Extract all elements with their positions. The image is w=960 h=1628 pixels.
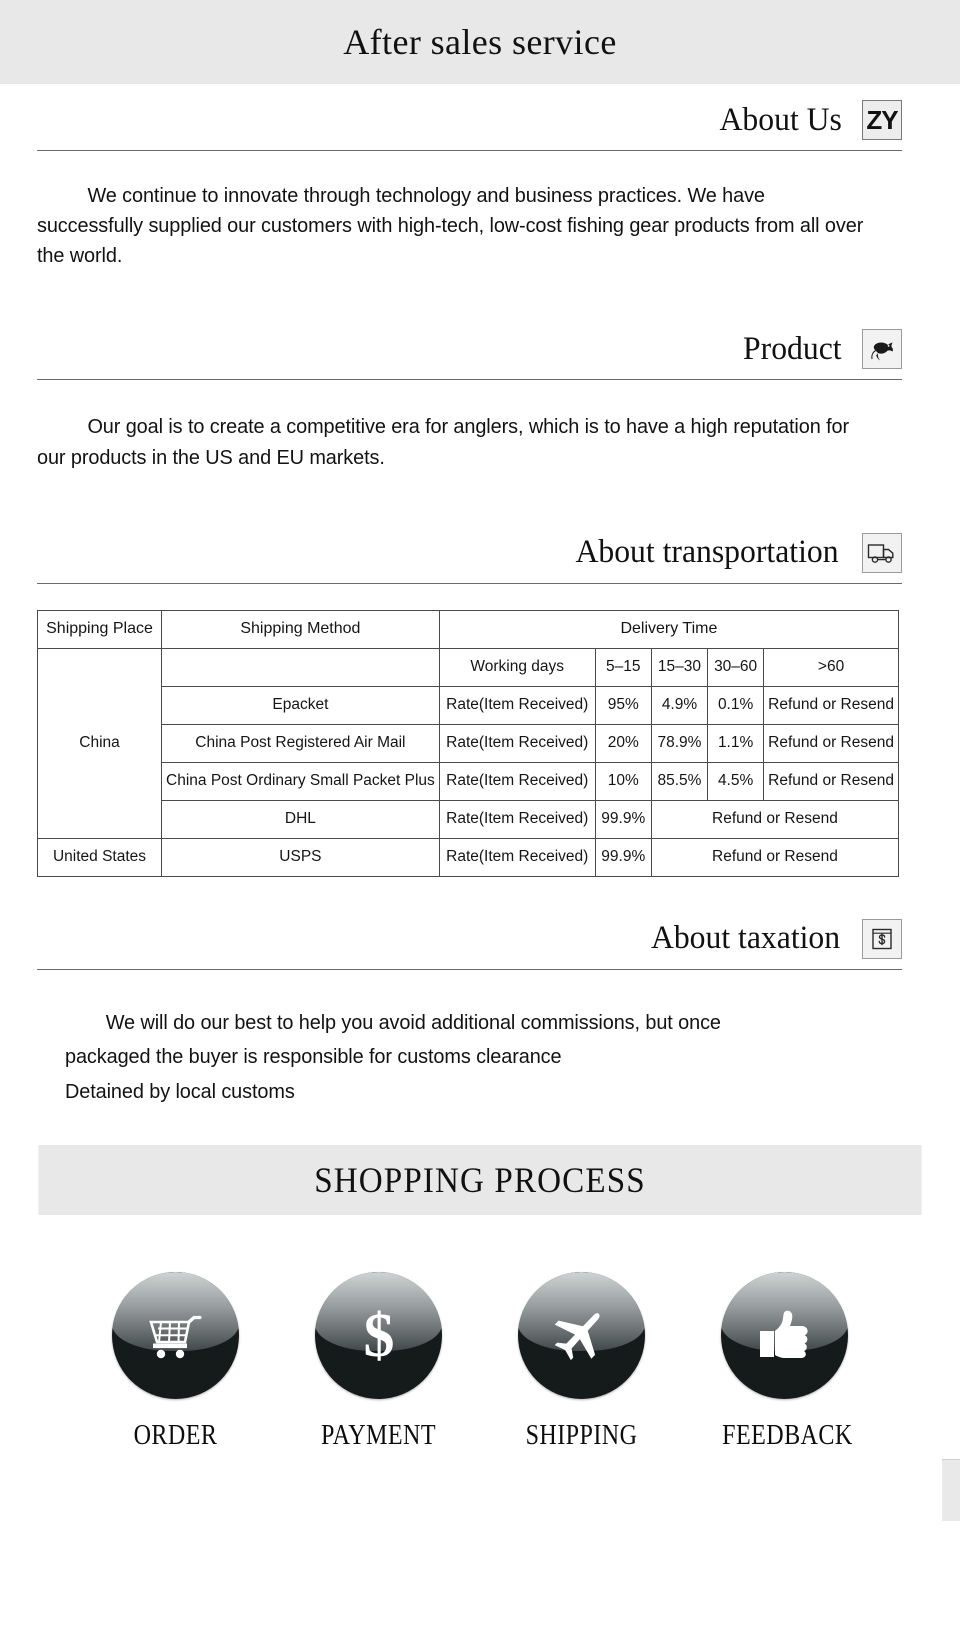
section-header-product: Product (0, 329, 960, 370)
dollar-sign-icon: $ (315, 1271, 442, 1399)
section-header-transportation: About transportation (0, 532, 960, 573)
table-row: China Post Ordinary Small Packet Plus Ra… (38, 761, 899, 801)
fish-icon (862, 329, 902, 370)
cell-rate-over-60: Refund or Resend (763, 685, 899, 725)
delivery-truck-icon (862, 532, 902, 573)
section-title-product: Product (743, 330, 842, 367)
section-header-taxation: About taxation (0, 918, 960, 959)
process-step-label: SHIPPING (525, 1419, 638, 1451)
product-paragraph: Our goal is to create a competitive era … (37, 415, 850, 469)
scrollbar-thumb[interactable] (942, 1459, 960, 1521)
process-step-label: PAYMENT (321, 1419, 436, 1451)
shopping-process-steps: ORDER $ PAYMENT SHIPPING FEEDBACK (0, 1215, 960, 1452)
about-us-paragraph: We continue to innovate through technolo… (37, 184, 864, 268)
cell-place-united-states: United States (36, 837, 163, 877)
section-title-taxation: About taxation (650, 920, 841, 957)
cell-range-over-60: >60 (763, 647, 899, 687)
taxation-line-3: Detained by local customs (65, 1079, 295, 1103)
cell-rate-label: Rate(Item Received) (438, 837, 596, 877)
banknote-dollar-icon (862, 918, 902, 959)
taxation-paragraph: We will do our best to help you avoid ad… (65, 1006, 865, 1109)
section-title-transportation: About transportation (575, 534, 839, 571)
airplane-icon (518, 1271, 645, 1399)
svg-text:$: $ (363, 1302, 394, 1370)
thumbs-up-icon (721, 1271, 848, 1399)
process-step-shipping: SHIPPING (509, 1271, 654, 1452)
zy-logo-text: ZY (866, 105, 898, 135)
cell-rate-label: Rate(Item Received) (438, 799, 596, 839)
cell-rate-label: Rate(Item Received) (438, 723, 596, 763)
section-title-about-us: About Us (719, 101, 842, 138)
process-step-payment: $ PAYMENT (306, 1271, 451, 1452)
process-step-label: ORDER (133, 1419, 218, 1451)
column-header-delivery-time: Delivery Time (438, 609, 900, 649)
cell-rate-5-15: 99.9% (594, 837, 652, 877)
cell-rate-label: Rate(Item Received) (438, 761, 596, 801)
column-header-shipping-method: Shipping Method (161, 609, 440, 649)
shopping-process-banner: SHOPPING PROCESS (38, 1144, 922, 1215)
cell-range-30-60: 30–60 (707, 647, 765, 687)
cell-rate-30-60: 4.5% (707, 761, 765, 801)
cell-rate-over-60: Refund or Resend (763, 761, 899, 801)
table-subheader-row: China Working days 5–15 15–30 30–60 >60 (36, 647, 899, 839)
cell-rate-30-60: 1.1% (707, 723, 765, 763)
process-step-feedback: FEEDBACK (712, 1271, 857, 1452)
cell-method-usps: USPS (161, 837, 440, 877)
cell-rate-label: Rate(Item Received) (438, 685, 596, 725)
section-header-about-us: About Us ZY (0, 100, 960, 140)
process-step-label: FEEDBACK (722, 1419, 853, 1451)
table-header-row: Shipping Place Shipping Method Delivery … (36, 609, 900, 649)
cell-rate-15-30: 4.9% (650, 685, 709, 725)
zy-logo-icon: ZY (862, 100, 902, 140)
cell-rate-over-60: Refund or Resend (763, 723, 899, 763)
cell-rate-5-15: 99.9% (594, 799, 652, 839)
cell-range-5-15: 5–15 (594, 647, 652, 687)
cell-method-ordinary-small-packet-plus: China Post Ordinary Small Packet Plus (161, 761, 440, 801)
cell-working-days-label: Working days (438, 647, 596, 687)
shopping-process-title: SHOPPING PROCESS (314, 1159, 646, 1200)
cell-refund-or-resend: Refund or Resend (650, 799, 900, 839)
cell-rate-30-60: 0.1% (707, 685, 765, 725)
cell-method-registered-air-mail: China Post Registered Air Mail (161, 723, 440, 763)
cell-method-dhl: DHL (161, 799, 440, 839)
cell-rate-15-30: 85.5% (650, 761, 709, 801)
taxation-line-1: We will do our best to help you avoid ad… (105, 1010, 721, 1034)
shopping-cart-icon (112, 1271, 239, 1399)
table-row: Epacket Rate(Item Received) 95% 4.9% 0.1… (38, 685, 899, 725)
cell-refund-or-resend: Refund or Resend (650, 837, 900, 877)
taxation-line-2: packaged the buyer is responsible for cu… (65, 1045, 562, 1069)
cell-method-empty (161, 647, 440, 687)
cell-rate-5-15: 10% (594, 761, 652, 801)
page-title-banner: After sales service (0, 0, 960, 84)
page-title: After sales service (343, 22, 617, 62)
column-header-shipping-place: Shipping Place (36, 609, 163, 649)
cell-rate-5-15: 20% (594, 723, 652, 763)
cell-range-15-30: 15–30 (650, 647, 709, 687)
table-row: DHL Rate(Item Received) 99.9% Refund or … (38, 799, 900, 839)
table-row: China Post Registered Air Mail Rate(Item… (38, 723, 899, 763)
shipping-information-table: Shipping Place Shipping Method Delivery … (36, 609, 900, 877)
cell-rate-15-30: 78.9% (650, 723, 709, 763)
cell-rate-5-15: 95% (594, 685, 652, 725)
cell-method-epacket: Epacket (161, 685, 440, 725)
table-row: United States USPS Rate(Item Received) 9… (36, 837, 900, 877)
process-step-order: ORDER (103, 1271, 248, 1452)
cell-place-china: China (36, 647, 163, 839)
